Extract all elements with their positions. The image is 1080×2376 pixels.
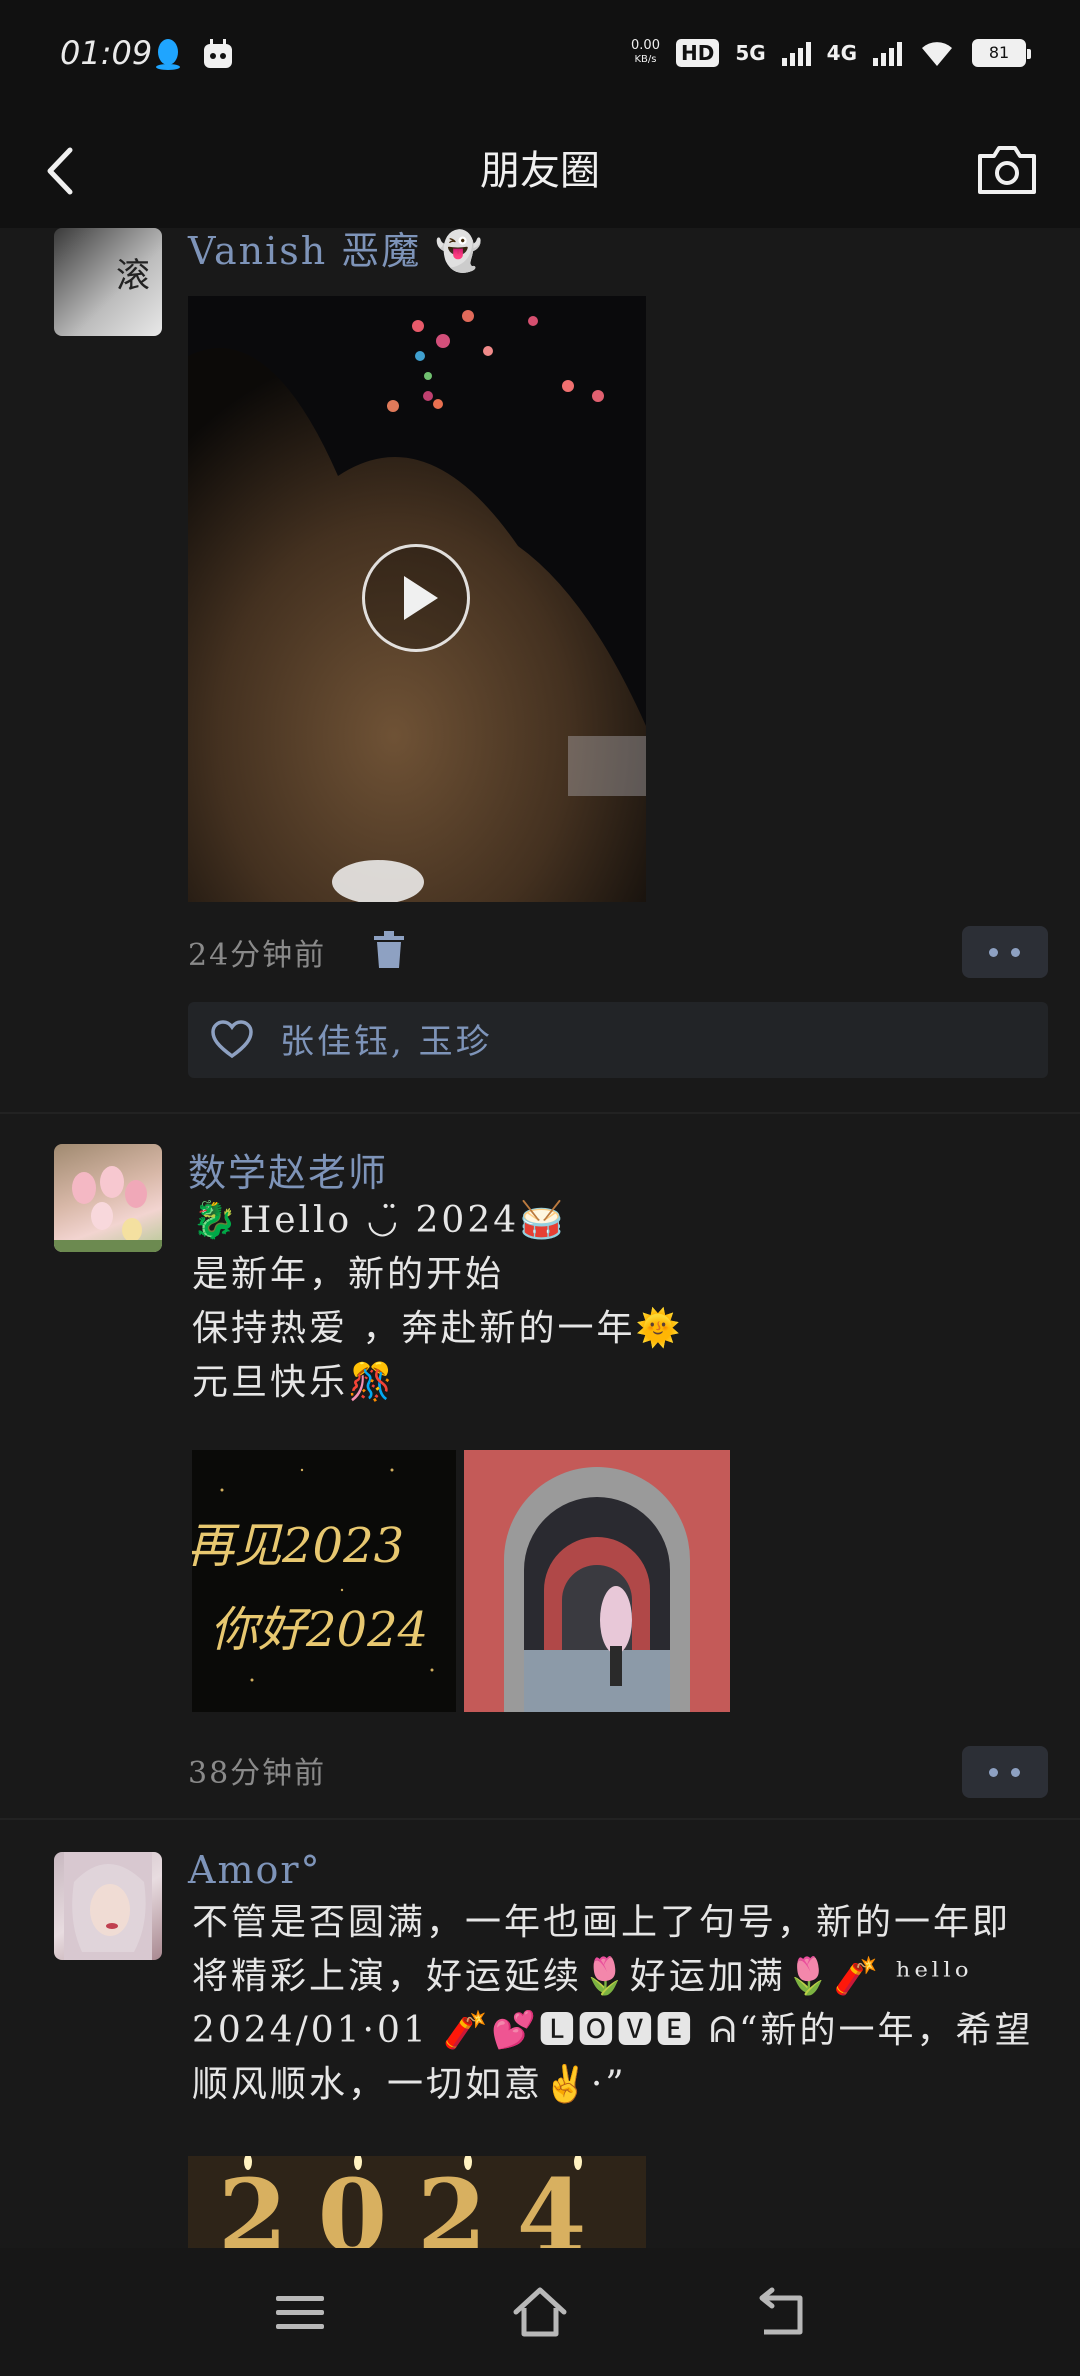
more-options-button[interactable] — [962, 1746, 1048, 1798]
menu-icon[interactable] — [270, 2282, 330, 2342]
avatar-text: 滚 — [116, 256, 150, 296]
status-right-group: 0.00 KB/s HD 5G 4G 81 — [631, 38, 1031, 68]
post-divider — [0, 1818, 1080, 1820]
avatar[interactable] — [54, 1144, 162, 1252]
status-time: 01:09 — [60, 34, 153, 72]
post-text-line: 🐉Hello ◡̈ 2024🥁 — [192, 1200, 567, 1241]
post-divider — [0, 1112, 1080, 1114]
hd-voice-badge: HD — [675, 39, 720, 67]
robot-app-icon — [204, 39, 232, 68]
post-timestamp: 24分钟前 — [188, 938, 327, 973]
palace-corridor-image — [464, 1450, 730, 1712]
post-image[interactable] — [464, 1450, 730, 1712]
post-text-line: 保持热爱 ，奔赴新的一年🌞 — [192, 1308, 684, 1349]
likes-section[interactable]: 张佳钰, 玉珍 — [188, 1002, 1048, 1078]
image-text: 再见2023 — [192, 1518, 405, 1574]
qq-penguin-icon — [156, 39, 180, 70]
dot-icon — [989, 1768, 998, 1777]
post-text-line: 是新年，新的开始 — [192, 1254, 505, 1295]
sim1-network-label: 5G — [735, 41, 766, 65]
dot-icon — [1011, 948, 1020, 957]
post-text-line: 元旦快乐🎊 — [192, 1362, 396, 1403]
post-image[interactable]: 2024 — [188, 2156, 646, 2248]
dot-icon — [1011, 1768, 1020, 1777]
back-icon[interactable] — [750, 2282, 810, 2342]
more-options-button[interactable] — [962, 926, 1048, 978]
video-thumbnail[interactable] — [188, 296, 646, 902]
play-icon[interactable] — [362, 544, 470, 652]
system-navigation-bar — [0, 2248, 1080, 2376]
avatar[interactable] — [54, 1852, 162, 1960]
likes-names[interactable]: 张佳钰, 玉珍 — [280, 1014, 493, 1063]
post-author[interactable]: Vanish 恶魔 👻 — [188, 228, 485, 275]
network-speed-unit: KB/s — [634, 54, 657, 65]
sim2-signal-icon — [873, 40, 902, 66]
avatar[interactable]: 滚 — [54, 228, 162, 336]
network-speed: 0.00 KB/s — [631, 39, 660, 67]
notification-icons — [150, 36, 236, 72]
post-author[interactable]: Amor° — [188, 1848, 322, 1892]
network-speed-value: 0.00 — [631, 38, 660, 53]
sim1-signal-icon — [781, 40, 811, 66]
sim2-network-label: 4G — [826, 41, 857, 65]
wifi-icon — [922, 42, 952, 66]
status-bar: 01:09 0.00 KB/s HD 5G 4G 81 — [0, 0, 1080, 110]
portrait-avatar-image — [64, 1852, 152, 1960]
moments-feed[interactable]: 滚 Vanish 恶魔 👻 24分钟前 张佳钰, 玉珍 数学赵老师 🐉Hello… — [0, 228, 1080, 2248]
new-year-greeting-image — [220, 1468, 434, 1682]
page-title: 朋友圈 — [480, 148, 600, 194]
heart-icon — [211, 1020, 253, 1059]
image-text: 2024 — [218, 2157, 617, 2248]
dot-icon — [989, 948, 998, 957]
battery-icon: 81 — [972, 39, 1031, 67]
image-text: 你好2024 — [210, 1602, 429, 1658]
post-image[interactable]: 再见2023 你好2024 — [192, 1450, 456, 1712]
home-icon[interactable] — [510, 2282, 570, 2342]
trash-icon[interactable] — [372, 930, 406, 970]
navigation-bar: 朋友圈 — [0, 110, 1080, 228]
post-author[interactable]: 数学赵老师 — [188, 1142, 388, 1197]
post-text: 不管是否圆满，一年也画上了句号，新的一年即将精彩上演，好运延续🌷好运加满🌷🧨 ʰ… — [192, 1902, 1034, 2105]
camera-icon[interactable] — [974, 140, 1040, 200]
post-timestamp: 38分钟前 — [188, 1756, 327, 1791]
tulip-avatar-image — [54, 1166, 162, 1252]
